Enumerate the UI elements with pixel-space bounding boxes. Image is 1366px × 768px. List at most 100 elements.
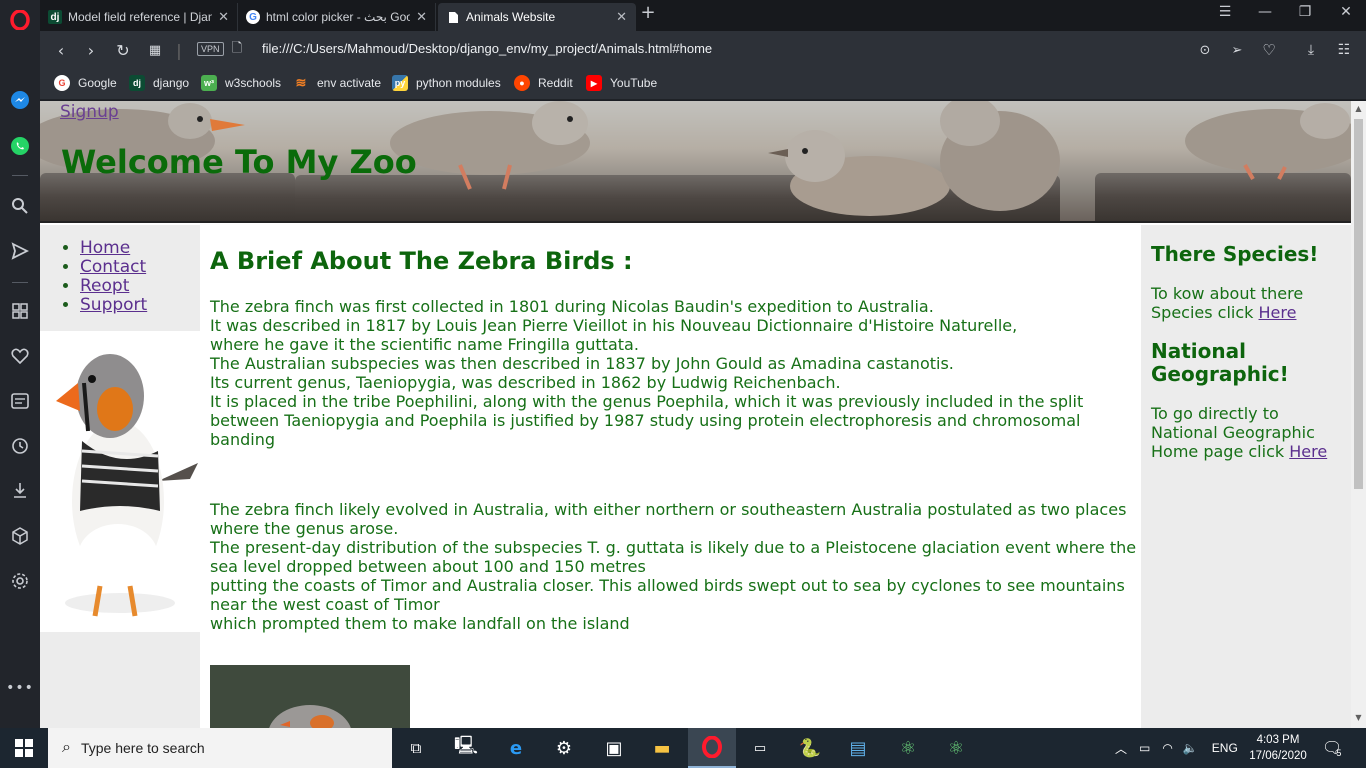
bookmark-python-modules[interactable]: py python modules — [392, 75, 501, 91]
opera-sidebar: ••• — [0, 0, 40, 728]
volume-icon[interactable]: 🔈 — [1183, 741, 1198, 755]
windows-start-icon[interactable] — [0, 728, 48, 768]
search-icon[interactable] — [8, 194, 32, 218]
species-link[interactable]: Here — [1259, 303, 1297, 322]
main-content: A Brief About The Zebra Birds : The zebr… — [210, 225, 1140, 633]
article-heading: A Brief About The Zebra Birds : — [210, 247, 633, 275]
banner-bird-image — [1185, 103, 1351, 180]
atom-icon[interactable]: ⚛ — [884, 728, 932, 768]
tab-bar: dj Model field reference | Djan ✕ G html… — [40, 0, 1366, 31]
nav-home-link[interactable]: Home — [80, 238, 130, 258]
bookmark-reddit[interactable]: ● Reddit — [514, 75, 573, 91]
edge-icon[interactable]: e — [492, 728, 540, 768]
control-panel-icon[interactable]: ▤ — [834, 728, 882, 768]
close-tab-icon[interactable]: ✕ — [218, 9, 229, 25]
bookmark-w3schools[interactable]: w³ w3schools — [201, 75, 281, 91]
tab-color-picker[interactable]: G html color picker - بحث Goo ✕ — [238, 3, 436, 31]
python-icon[interactable]: 🐍 — [786, 728, 834, 768]
file-explorer-icon[interactable]: ▬ — [638, 728, 686, 768]
easy-setup-icon[interactable]: ☷ — [1333, 39, 1355, 61]
nav-contact-link[interactable]: Contact — [80, 257, 146, 277]
google-icon: G — [246, 10, 260, 24]
right-sidebar: There Species! To kow about there Specie… — [1141, 225, 1351, 728]
download-icon[interactable]: ⤓ — [1300, 39, 1322, 61]
page-viewport[interactable]: Signup Welcome To My Zoo Home Contact Re… — [40, 101, 1351, 728]
reload-icon[interactable]: ↻ — [112, 39, 134, 61]
left-nav: Home Contact Reopt Support — [40, 225, 200, 331]
new-tab-icon[interactable]: + — [636, 2, 660, 23]
scroll-up-icon[interactable]: ▲ — [1354, 104, 1363, 113]
opera-taskbar-icon[interactable] — [688, 728, 736, 768]
page-scrollbar[interactable]: ▲ ▼ — [1351, 101, 1366, 728]
tab-menu-icon[interactable]: ☰ — [1213, 4, 1237, 20]
heart-icon[interactable] — [8, 344, 32, 368]
natgeo-heading: National Geographic! — [1151, 339, 1289, 386]
speed-dial-icon[interactable] — [8, 299, 32, 323]
language-indicator[interactable]: ENG — [1212, 741, 1238, 755]
scroll-thumb[interactable] — [1354, 119, 1363, 489]
bookmark-youtube[interactable]: ▶ YouTube — [586, 75, 657, 91]
history-icon[interactable] — [8, 434, 32, 458]
close-tab-icon[interactable]: ✕ — [616, 9, 627, 25]
page-title: Welcome To My Zoo — [61, 143, 417, 181]
maximize-icon[interactable]: ❐ — [1293, 4, 1317, 20]
species-text: To kow about there Species click Here — [1151, 284, 1304, 322]
whatsapp-icon[interactable] — [8, 134, 32, 158]
bookmark-google[interactable]: G Google — [54, 75, 117, 91]
opera-logo-icon[interactable] — [8, 8, 32, 32]
settings-icon[interactable] — [8, 569, 32, 593]
system-clock[interactable]: 4:03 PM 17/06/2020 — [1248, 732, 1308, 764]
close-tab-icon[interactable]: ✕ — [416, 9, 427, 25]
photos-icon[interactable]: ▣ — [590, 728, 638, 768]
forward-icon[interactable]: › — [80, 39, 102, 61]
computer-icon[interactable]: 🖳 — [442, 728, 490, 768]
paragraph-evolution: The zebra finch likely evolved in Austra… — [210, 500, 1137, 633]
news-icon[interactable] — [8, 389, 32, 413]
species-heading: There Species! — [1151, 242, 1319, 266]
extensions-icon[interactable] — [8, 524, 32, 548]
bookmark-heart-icon[interactable]: ♡ — [1258, 39, 1280, 61]
paragraph-history: The zebra finch was first collected in 1… — [210, 297, 1084, 449]
wifi-icon[interactable]: ◠ — [1162, 741, 1172, 755]
nav-item: Reopt — [80, 277, 200, 296]
task-view-icon[interactable]: ⧉ — [392, 728, 440, 768]
signup-link[interactable]: Signup — [60, 102, 119, 122]
scroll-down-icon[interactable]: ▼ — [1354, 713, 1363, 722]
bookmark-django[interactable]: dj django — [129, 75, 189, 91]
share-icon[interactable]: ➢ — [1226, 39, 1248, 61]
close-window-icon[interactable]: ✕ — [1334, 4, 1358, 20]
google-icon: G — [54, 75, 70, 91]
banner-bird-image — [768, 101, 1060, 216]
downloads-icon[interactable] — [8, 478, 32, 502]
messenger-icon[interactable] — [8, 88, 32, 112]
natgeo-text: To go directly to National Geographic Ho… — [1151, 404, 1328, 461]
tab-django-reference[interactable]: dj Model field reference | Djan ✕ — [40, 3, 238, 31]
natgeo-link[interactable]: Here — [1289, 442, 1327, 461]
vpn-badge[interactable]: VPN — [197, 42, 224, 56]
back-icon[interactable]: ‹ — [50, 39, 72, 61]
url-field[interactable]: file:///C:/Users/Mahmoud/Desktop/django_… — [262, 41, 712, 56]
camera-icon[interactable]: ⊙ — [1194, 39, 1216, 61]
battery-icon[interactable]: ▭ — [1139, 741, 1150, 755]
address-bar: ‹ › ↻ ▦ | VPN 🗋 file:///C:/Users/Mahmoud… — [40, 31, 1366, 68]
zebra-finch-image — [40, 331, 200, 632]
minimize-icon[interactable]: — — [1253, 4, 1277, 20]
document-icon — [446, 10, 460, 24]
tabs-grid-icon[interactable]: ▦ — [144, 39, 166, 61]
terminal-icon[interactable]: ▭ — [736, 728, 784, 768]
taskbar-search[interactable]: ⌕ Type here to search — [48, 728, 392, 768]
atom-icon[interactable]: ⚛ — [932, 728, 980, 768]
bookmark-env-activate[interactable]: ≋ env activate — [293, 75, 382, 91]
send-icon[interactable] — [8, 239, 32, 263]
more-icon[interactable]: ••• — [6, 676, 33, 700]
settings-gear-icon[interactable]: ⚙ — [540, 728, 588, 768]
tab-animals-website[interactable]: Animals Website ✕ — [438, 3, 636, 31]
notification-count: 5 — [1336, 748, 1342, 758]
windows-taskbar: ⌕ Type here to search ⧉ 🖳 e ⚙ ▣ ▬ ▭ 🐍 ▤ … — [0, 728, 1366, 768]
nav-item: Contact — [80, 258, 200, 277]
tray-chevron-icon[interactable]: ︿ — [1115, 740, 1127, 757]
left-nav-fill — [40, 632, 200, 728]
python-icon: py — [392, 75, 408, 91]
nav-report-link[interactable]: Reopt — [80, 276, 129, 296]
nav-support-link[interactable]: Support — [80, 295, 147, 315]
